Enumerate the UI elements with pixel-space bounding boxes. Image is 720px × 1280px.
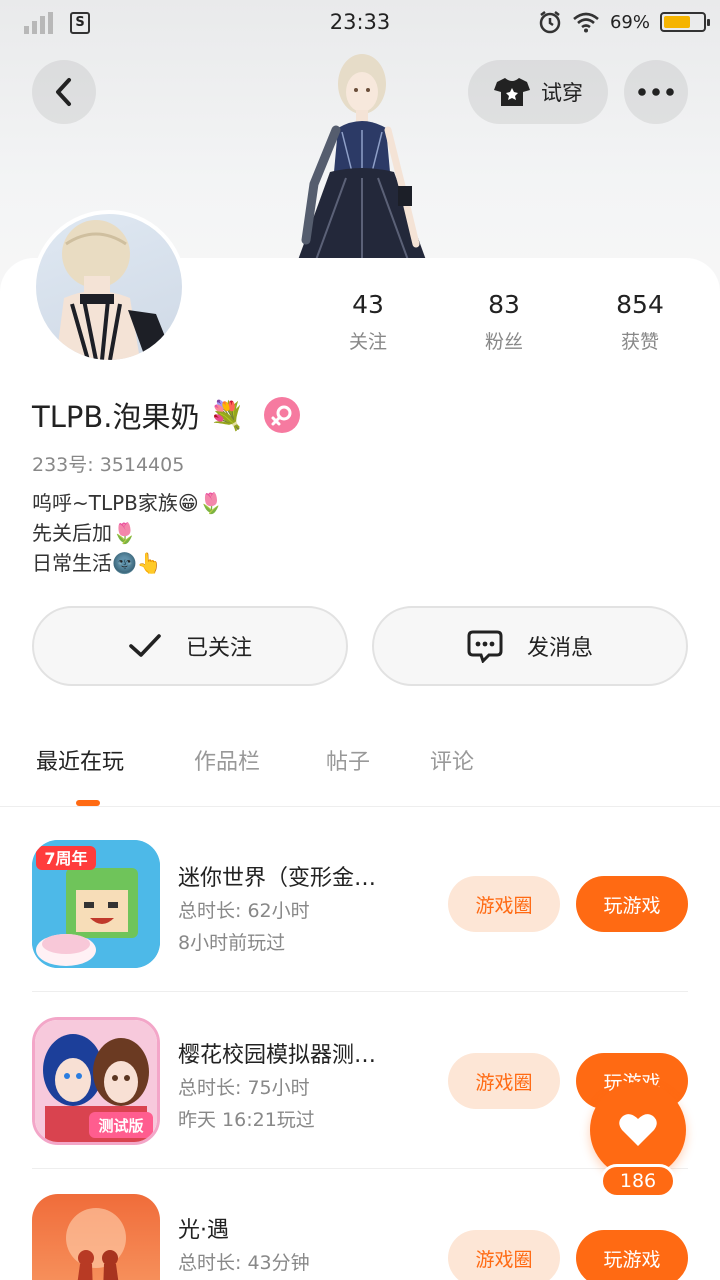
battery-percent: 69%	[609, 11, 650, 33]
followed-label: 已关注	[185, 636, 252, 661]
avatar-image	[56, 220, 172, 360]
play-game-button[interactable]: 玩游戏	[576, 1230, 688, 1280]
chat-bubble-icon	[467, 630, 503, 663]
play-game-button[interactable]: 玩游戏	[576, 876, 688, 932]
avatar-figure-image	[298, 54, 426, 261]
checkmark-icon	[129, 634, 161, 657]
stat-label: 关注	[348, 331, 387, 353]
female-gender-icon	[264, 397, 301, 433]
game-circle-button[interactable]: 游戏圈	[448, 1053, 560, 1109]
game-icon: 测试版	[32, 1017, 160, 1145]
try-on-button[interactable]: 试穿	[468, 60, 608, 124]
username: TLPB.泡果奶	[32, 400, 200, 434]
message-label: 发消息	[526, 636, 593, 661]
profile-tabs: 最近在玩 作品栏 帖子 评论	[0, 744, 720, 806]
shirt-icon	[494, 78, 530, 106]
game-icon-badge: 7周年	[44, 849, 87, 868]
stat-value: 854	[616, 290, 664, 319]
game-last-played: 8小时前玩过	[178, 932, 286, 954]
more-dots-icon	[638, 88, 674, 96]
game-circle-button[interactable]: 游戏圈	[448, 1230, 560, 1280]
game-last-played: 昨天 16:21玩过	[178, 1109, 315, 1131]
stat-label: 获赞	[620, 331, 659, 353]
game-title: 樱花校园模拟器测…	[178, 1043, 377, 1068]
send-message-button[interactable]: 发消息	[372, 606, 688, 686]
game-duration: 总时长: 43分钟	[178, 1252, 310, 1274]
name-row: TLPB.泡果奶 💐	[32, 394, 301, 436]
stat-likes[interactable]: 854 获赞	[572, 290, 708, 354]
tabs-divider	[0, 806, 720, 807]
alarm-icon	[539, 11, 561, 34]
stat-label: 粉丝	[484, 331, 523, 353]
heart-icon	[619, 1114, 657, 1146]
back-button[interactable]	[32, 60, 96, 124]
game-title: 迷你世界（变形金…	[178, 866, 377, 891]
avatar[interactable]	[32, 210, 186, 364]
stat-followers[interactable]: 83 粉丝	[436, 290, 572, 354]
game-circle-button[interactable]: 游戏圈	[448, 876, 560, 932]
tab-posts[interactable]: 帖子	[326, 744, 370, 776]
bouquet-emoji: 💐	[209, 398, 245, 432]
bio-line: 呜呼~TLPB家族😁🌷	[32, 491, 224, 515]
bio-line: 日常生活🌚👆	[32, 551, 162, 575]
game-icon-badge: 测试版	[98, 1117, 143, 1135]
game-icon	[32, 1194, 160, 1280]
like-count-badge: 186	[600, 1164, 676, 1198]
battery-icon	[660, 12, 710, 32]
stat-value: 83	[488, 290, 520, 319]
tab-works[interactable]: 作品栏	[194, 744, 260, 776]
stat-following[interactable]: 43 关注	[300, 290, 436, 354]
followed-button[interactable]: 已关注	[32, 606, 348, 686]
stat-value: 43	[352, 290, 384, 319]
game-row[interactable]: 7周年 迷你世界（变形金… 总时长: 62小时 8小时前玩过 游戏圈 玩游戏	[0, 808, 720, 984]
battery-fill	[664, 16, 691, 28]
try-on-label: 试穿	[541, 81, 583, 105]
chevron-left-icon	[56, 78, 71, 106]
stats-row: 43 关注 83 粉丝 854 获赞	[300, 290, 720, 354]
tab-recently-played[interactable]: 最近在玩	[36, 744, 124, 776]
more-button[interactable]	[624, 60, 688, 124]
game-duration: 总时长: 75小时	[178, 1077, 310, 1099]
game-duration: 总时长: 62小时	[178, 900, 310, 922]
status-bar: S 23:33 69%	[0, 0, 720, 46]
bio-line: 先关后加🌷	[32, 521, 137, 545]
bio: 呜呼~TLPB家族😁🌷 先关后加🌷 日常生活🌚👆	[32, 488, 224, 578]
user-id: 233号: 3514405	[32, 454, 185, 476]
wifi-icon	[573, 12, 599, 33]
tab-comments[interactable]: 评论	[430, 744, 474, 776]
game-title: 光·遇	[178, 1218, 229, 1243]
game-icon: 7周年	[32, 840, 160, 968]
